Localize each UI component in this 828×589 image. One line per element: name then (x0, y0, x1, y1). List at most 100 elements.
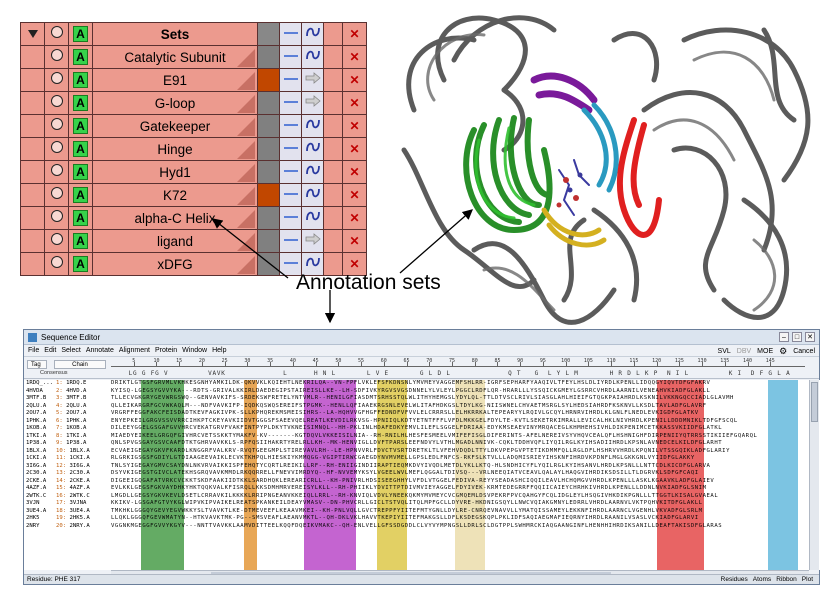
set-shape-style[interactable] (301, 45, 324, 69)
set-color-swatch[interactable] (257, 114, 280, 138)
vertical-scroll-thumb[interactable] (811, 382, 818, 422)
menu-help[interactable]: Help (212, 347, 226, 354)
label-toggle[interactable]: A (68, 229, 93, 253)
label-toggle[interactable]: A (68, 22, 93, 46)
set-name-cell[interactable]: E91 (92, 68, 258, 92)
set-shape-style[interactable] (301, 229, 324, 253)
delete-all-button[interactable]: ✕ (342, 22, 367, 46)
residues-button[interactable]: Residues (721, 575, 748, 584)
delete-set-button[interactable]: ✕ (342, 114, 367, 138)
set-shape-style[interactable] (301, 206, 324, 230)
row-tag[interactable]: 1BLX.A (26, 448, 52, 456)
row-tag[interactable]: 2OU7.A (26, 410, 52, 418)
set-name-cell[interactable]: ligand (92, 229, 258, 253)
set-shape-style[interactable] (301, 114, 324, 138)
close-button[interactable]: ✕ (805, 332, 815, 342)
delete-set-button[interactable]: ✕ (342, 137, 367, 161)
set-row[interactable]: A Gatekeeper ✕ (20, 114, 367, 138)
label-toggle[interactable]: A (68, 183, 93, 207)
set-name-cell[interactable]: Gatekeeper (92, 114, 258, 138)
row-chain[interactable]: 8: 1TKI.A (56, 433, 106, 441)
label-toggle[interactable]: A (68, 160, 93, 184)
menu-annotate[interactable]: Annotate (86, 347, 114, 354)
gear-icon[interactable]: ⚙ (779, 346, 787, 357)
set-row[interactable]: A Hinge ✕ (20, 137, 367, 161)
set-row[interactable]: Aalpha-C Helix ✕ (20, 206, 367, 230)
row-tag[interactable]: 2HK5 (26, 515, 52, 523)
set-line-style[interactable] (279, 68, 302, 92)
row-tag[interactable]: 1CKI.A (26, 455, 52, 463)
delete-set-button[interactable]: ✕ (342, 45, 367, 69)
row-chain[interactable]: 6: 1PHK.A (56, 418, 106, 426)
row-chain[interactable]: 4: 2QLU.A (56, 403, 106, 411)
set-line-style[interactable] (279, 114, 302, 138)
menu-file[interactable]: File (28, 347, 39, 354)
set-line-style[interactable] (279, 160, 302, 184)
set-color-swatch[interactable] (257, 252, 280, 276)
visibility-toggle[interactable] (44, 68, 69, 92)
label-toggle[interactable]: A (68, 91, 93, 115)
set-row[interactable]: A K72 ✕ (20, 183, 367, 207)
set-row[interactable]: A Hyd1 ✕ (20, 160, 367, 184)
row-chain[interactable]: 1: 1RDQ.E (56, 380, 106, 388)
set-shape-style[interactable] (301, 160, 324, 184)
visibility-toggle[interactable] (44, 45, 69, 69)
visibility-toggle[interactable] (44, 137, 69, 161)
row-chain[interactable]: 13: 2C30.A (56, 470, 106, 478)
set-name-cell[interactable]: xDFG (92, 252, 258, 276)
menu-edit[interactable]: Edit (44, 347, 56, 354)
visibility-toggle[interactable] (44, 229, 69, 253)
set-name-cell[interactable]: alpha-C Helix (92, 206, 258, 230)
atoms-button[interactable]: Atoms (753, 575, 771, 584)
set-name-cell[interactable]: Hinge (92, 137, 258, 161)
set-row[interactable]: A E91 ✕ (20, 68, 367, 92)
row-chain[interactable]: 12: 3I6G.A (56, 463, 106, 471)
label-toggle[interactable]: A (68, 252, 93, 276)
visibility-toggle[interactable] (44, 91, 69, 115)
row-tag[interactable]: 4AZF.A (26, 485, 52, 493)
visibility-toggle[interactable] (44, 160, 69, 184)
set-name-cell[interactable]: K72 (92, 183, 258, 207)
set-shape-style[interactable] (301, 91, 324, 115)
protein-3d-view[interactable] (384, 0, 828, 329)
maximize-button[interactable]: □ (792, 332, 802, 342)
set-shape-style[interactable] (301, 137, 324, 161)
set-line-style[interactable] (279, 91, 302, 115)
set-line-style[interactable] (279, 45, 302, 69)
delete-set-button[interactable]: ✕ (342, 206, 367, 230)
row-tag[interactable]: 2QLU.A (26, 403, 52, 411)
row-tag[interactable]: 3MTF.B (26, 395, 52, 403)
set-name-cell[interactable]: Catalytic Subunit (92, 45, 258, 69)
set-name-cell[interactable]: G-loop (92, 91, 258, 115)
row-chain[interactable]: 5: 2OU7.A (56, 410, 106, 418)
row-tag[interactable]: 4HVDA (26, 388, 52, 396)
set-shape-style[interactable] (301, 183, 324, 207)
set-color-swatch[interactable] (257, 229, 280, 253)
minimize-button[interactable]: – (779, 332, 789, 342)
cancel-button[interactable]: Cancel (793, 348, 815, 355)
visibility-toggle[interactable] (44, 22, 69, 46)
delete-set-button[interactable]: ✕ (342, 229, 367, 253)
set-color-swatch[interactable] (257, 206, 280, 230)
row-chain[interactable]: 15: 4AZF.A (56, 485, 106, 493)
menu-select[interactable]: Select (61, 347, 80, 354)
row-chain[interactable]: 11: 1CKI.A (56, 455, 106, 463)
row-chain[interactable]: 17: 3VJNA (56, 500, 106, 508)
menu-window[interactable]: Window (182, 347, 207, 354)
label-toggle[interactable]: A (68, 114, 93, 138)
delete-set-button[interactable]: ✕ (342, 68, 367, 92)
set-color-swatch[interactable] (257, 91, 280, 115)
row-chain[interactable]: 14: 2CKE.A (56, 478, 106, 486)
row-chain[interactable]: 18: 3UE4.A (56, 508, 106, 516)
set-line-style[interactable] (279, 206, 302, 230)
row-tag[interactable]: 2C30.A (26, 470, 52, 478)
visibility-toggle[interactable] (44, 183, 69, 207)
ribbon-button[interactable]: Ribbon (776, 575, 797, 584)
menu-protein[interactable]: Protein (155, 347, 177, 354)
svl-button[interactable]: SVL (718, 348, 731, 355)
row-chain[interactable]: 16: 2WTK.C (56, 493, 106, 501)
set-row[interactable]: A G-loop ✕ (20, 91, 367, 115)
chain-column-button[interactable]: Chain (54, 360, 106, 369)
row-tag[interactable]: 2NRY (26, 523, 52, 531)
set-line-style[interactable] (279, 183, 302, 207)
